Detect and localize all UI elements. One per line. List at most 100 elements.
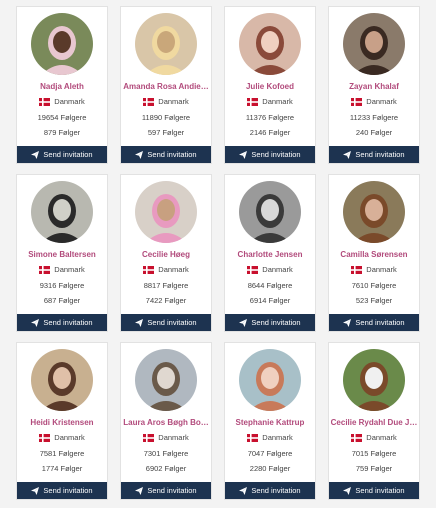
avatar[interactable]: [343, 349, 405, 411]
avatar[interactable]: [239, 181, 301, 243]
country-label: Danmark: [262, 97, 293, 106]
avatar[interactable]: [31, 181, 93, 243]
country-label: Danmark: [54, 433, 85, 442]
send-invitation-button[interactable]: Send invitation: [121, 314, 211, 331]
send-invitation-button[interactable]: Send invitation: [225, 482, 315, 499]
followers-count: 11890 Følgere: [141, 113, 191, 122]
send-invitation-label: Send invitation: [147, 150, 197, 159]
paper-plane-icon: [135, 150, 144, 159]
followers-count: 9316 Følgere: [39, 281, 85, 290]
paper-plane-icon: [239, 486, 248, 495]
profile-name[interactable]: Camilla Sørensen: [329, 250, 419, 259]
avatar[interactable]: [31, 13, 93, 75]
following-count: 687 Følger: [43, 296, 81, 305]
avatar[interactable]: [31, 349, 93, 411]
profile-name[interactable]: Amanda Rosa Andie…: [121, 82, 211, 91]
avatar[interactable]: [135, 349, 197, 411]
profile-card: Laura Aros Bøgh Bo… Danmark 7301 Følgere…: [120, 342, 212, 500]
profile-photo: [343, 349, 405, 411]
country: Danmark: [143, 97, 189, 106]
send-invitation-button[interactable]: Send invitation: [121, 482, 211, 499]
paper-plane-icon: [135, 318, 144, 327]
profile-photo: [343, 13, 405, 75]
send-invitation-button[interactable]: Send invitation: [225, 146, 315, 163]
denmark-flag-icon: [247, 265, 259, 274]
send-invitation-button[interactable]: Send invitation: [225, 314, 315, 331]
profile-photo: [31, 13, 93, 75]
country: Danmark: [351, 265, 397, 274]
avatar[interactable]: [135, 181, 197, 243]
send-invitation-button[interactable]: Send invitation: [329, 314, 419, 331]
country: Danmark: [247, 265, 293, 274]
country: Danmark: [143, 433, 189, 442]
profile-card: Simone Baltersen Danmark 9316 Følgere 68…: [16, 174, 108, 332]
profile-name[interactable]: Julie Kofoed: [225, 82, 315, 91]
profile-name[interactable]: Cecilie Høeg: [121, 250, 211, 259]
paper-plane-icon: [343, 150, 352, 159]
country: Danmark: [247, 433, 293, 442]
profile-photo: [239, 349, 301, 411]
avatar[interactable]: [239, 349, 301, 411]
profile-card: Stephanie Kattrup Danmark 7047 Følgere 2…: [224, 342, 316, 500]
profile-name[interactable]: Stephanie Kattrup: [225, 418, 315, 427]
profile-grid: Nadja Aleth Danmark 19654 Følgere 879 Fø…: [16, 6, 420, 500]
profile-name[interactable]: Laura Aros Bøgh Bo…: [121, 418, 211, 427]
send-invitation-button[interactable]: Send invitation: [17, 146, 107, 163]
profile-name[interactable]: Zayan Khalaf: [329, 82, 419, 91]
profile-name[interactable]: Heidi Kristensen: [17, 418, 107, 427]
profile-card: Charlotte Jensen Danmark 8644 Følgere 69…: [224, 174, 316, 332]
send-invitation-label: Send invitation: [355, 486, 405, 495]
country: Danmark: [351, 433, 397, 442]
following-count: 1774 Følger: [41, 464, 83, 473]
denmark-flag-icon: [247, 97, 259, 106]
profile-photo: [239, 13, 301, 75]
paper-plane-icon: [239, 150, 248, 159]
send-invitation-label: Send invitation: [355, 150, 405, 159]
country: Danmark: [351, 97, 397, 106]
send-invitation-button[interactable]: Send invitation: [329, 146, 419, 163]
following-count: 240 Følger: [355, 128, 393, 137]
profile-name[interactable]: Simone Baltersen: [17, 250, 107, 259]
followers-count: 8644 Følgere: [247, 281, 293, 290]
country-label: Danmark: [158, 265, 189, 274]
following-count: 597 Følger: [147, 128, 185, 137]
profile-name[interactable]: Charlotte Jensen: [225, 250, 315, 259]
country-label: Danmark: [158, 97, 189, 106]
send-invitation-button[interactable]: Send invitation: [121, 146, 211, 163]
profile-photo: [31, 181, 93, 243]
profile-name[interactable]: Nadja Aleth: [17, 82, 107, 91]
followers-count: 19654 Følgere: [37, 113, 87, 122]
profile-card: Zayan Khalaf Danmark 11233 Følgere 240 F…: [328, 6, 420, 164]
denmark-flag-icon: [247, 433, 259, 442]
profile-photo: [135, 13, 197, 75]
send-invitation-button[interactable]: Send invitation: [17, 482, 107, 499]
profile-card: Amanda Rosa Andie… Danmark 11890 Følgere…: [120, 6, 212, 164]
avatar[interactable]: [239, 13, 301, 75]
followers-count: 11376 Følgere: [245, 113, 295, 122]
denmark-flag-icon: [39, 97, 51, 106]
avatar[interactable]: [343, 181, 405, 243]
denmark-flag-icon: [39, 265, 51, 274]
send-invitation-button[interactable]: Send invitation: [329, 482, 419, 499]
send-invitation-label: Send invitation: [43, 318, 93, 327]
followers-count: 7581 Følgere: [39, 449, 85, 458]
send-invitation-label: Send invitation: [147, 486, 197, 495]
denmark-flag-icon: [351, 97, 363, 106]
following-count: 7422 Følger: [145, 296, 187, 305]
denmark-flag-icon: [351, 265, 363, 274]
country-label: Danmark: [262, 265, 293, 274]
following-count: 879 Følger: [43, 128, 81, 137]
avatar[interactable]: [135, 13, 197, 75]
denmark-flag-icon: [143, 433, 155, 442]
send-invitation-label: Send invitation: [251, 318, 301, 327]
send-invitation-button[interactable]: Send invitation: [17, 314, 107, 331]
country: Danmark: [143, 265, 189, 274]
paper-plane-icon: [31, 150, 40, 159]
avatar[interactable]: [343, 13, 405, 75]
denmark-flag-icon: [143, 265, 155, 274]
denmark-flag-icon: [351, 433, 363, 442]
profile-card: Julie Kofoed Danmark 11376 Følgere 2146 …: [224, 6, 316, 164]
profile-name[interactable]: Cecilie Rydahl Due J…: [329, 418, 419, 427]
followers-count: 11233 Følgere: [349, 113, 399, 122]
following-count: 6902 Følger: [145, 464, 187, 473]
